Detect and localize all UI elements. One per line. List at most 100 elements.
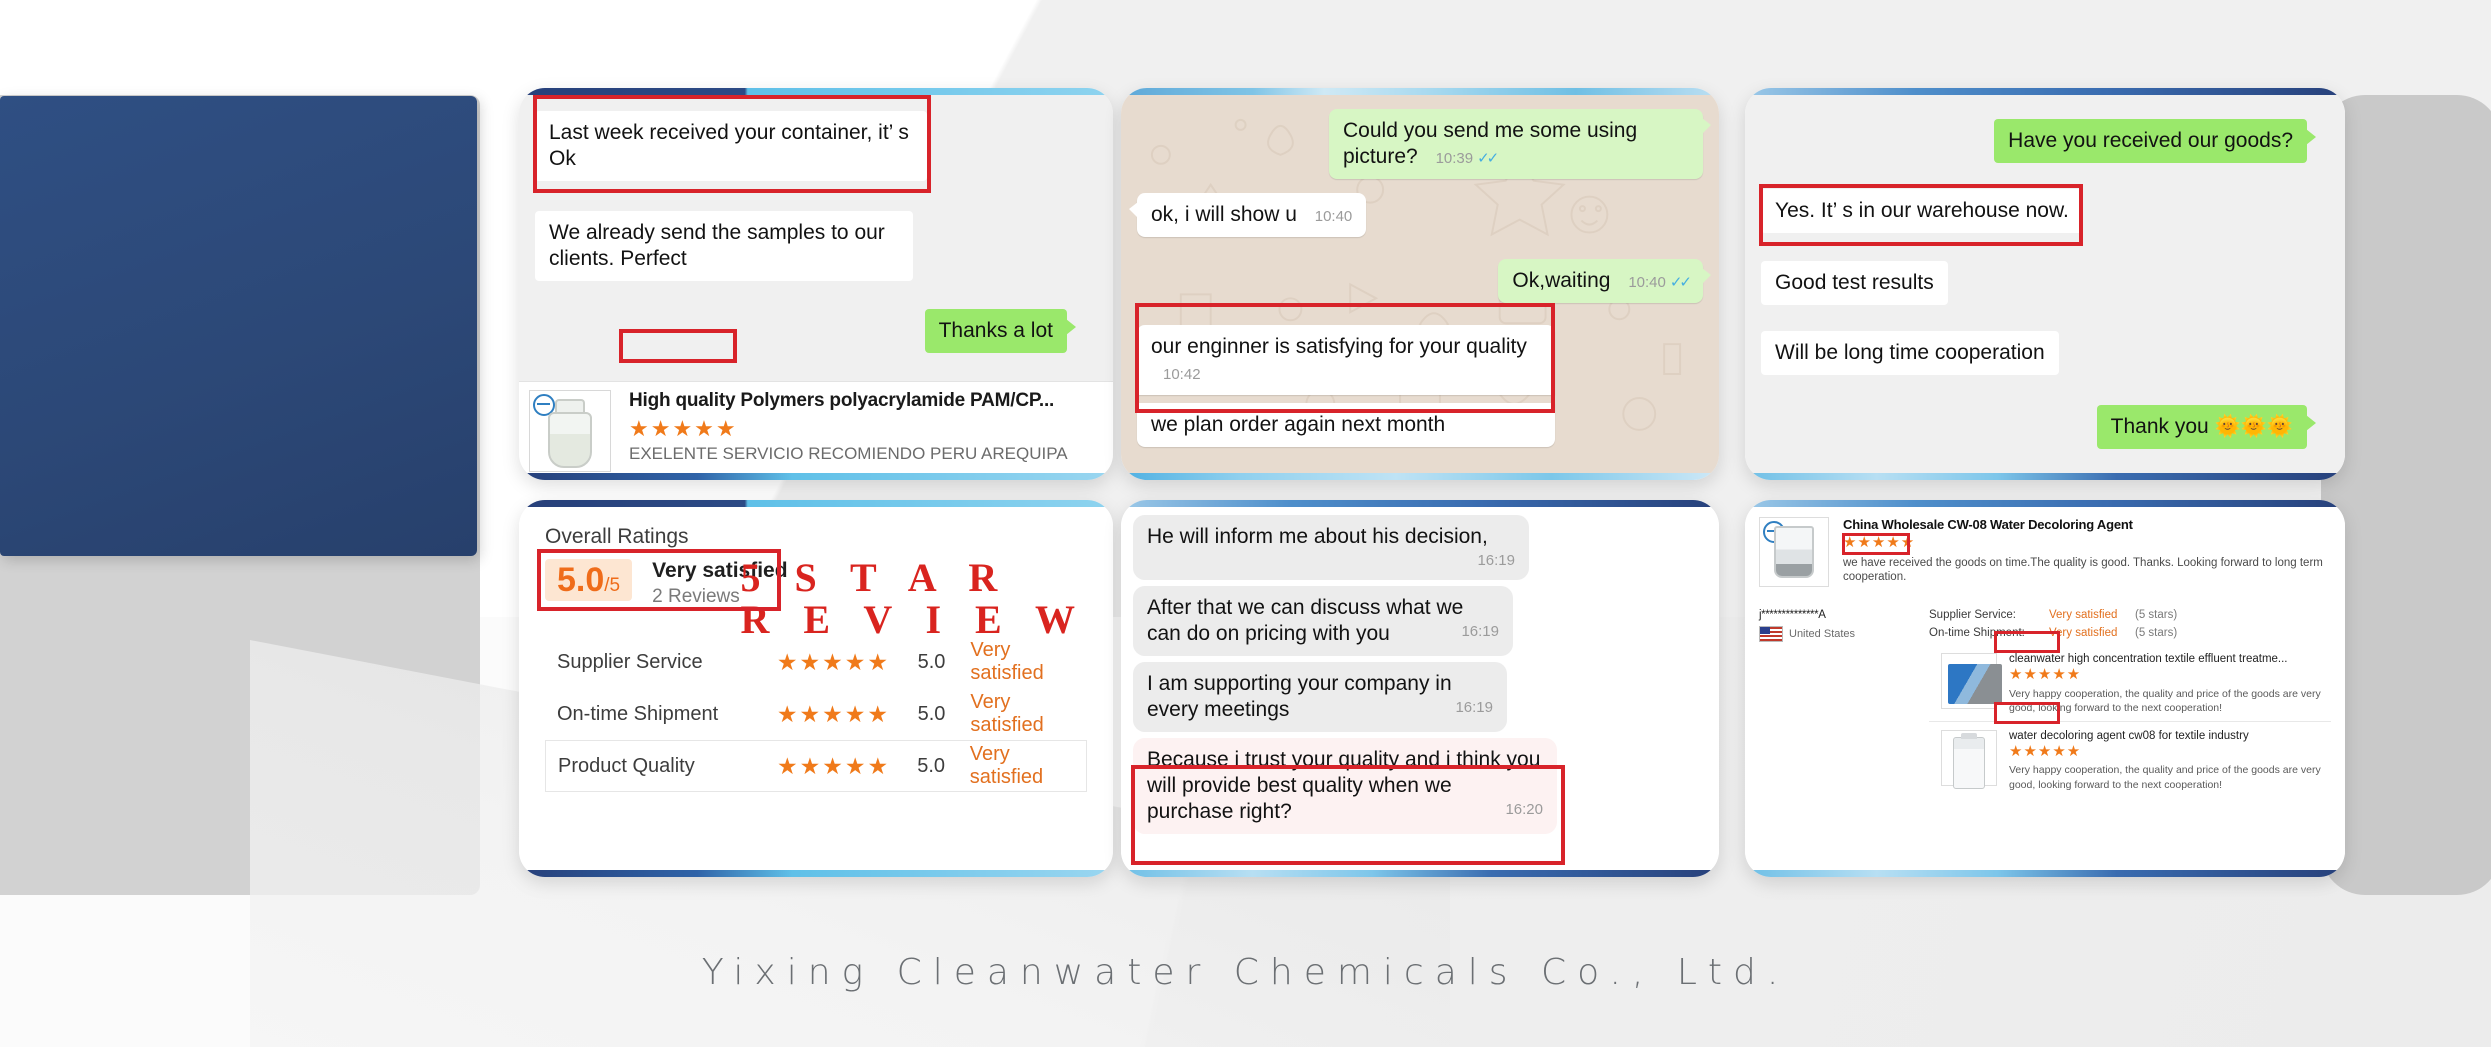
message-timestamp: 16:19: [1455, 698, 1493, 716]
overall-score-badge: 5.0/5: [545, 559, 633, 601]
chat-bubble-incoming: our enginner is satisfying for your qual…: [1137, 325, 1555, 396]
five-star-review-badge: 5 S T A R R E V I E W: [740, 557, 1087, 641]
navy-side-panel: [0, 96, 477, 556]
message-row: He will inform me about his decision, 16…: [1133, 515, 1707, 580]
product-title: High quality Polymers polyacrylamide PAM…: [629, 390, 1055, 411]
message-text: Because i trust your quality and i think…: [1147, 747, 1541, 823]
card-bottom-bar: [1121, 473, 1719, 480]
buyer-reviews-panel: China Wholesale CW-08 Water Decoloring A…: [1745, 507, 2345, 870]
chat-bubble-incoming: Last week received your container, it’ s…: [535, 111, 927, 182]
card-top-bar: [1121, 500, 1719, 507]
card-bottom-bar: [1121, 870, 1719, 877]
chat-bubble-incoming: Yes. It’ s in our warehouse now.: [1761, 189, 2083, 234]
chat-thread-2: Could you send me some using picture? 10…: [1121, 95, 1719, 473]
ratings-card: Overall Ratings 5.0/5 Very satisfied 2 R…: [519, 500, 1113, 877]
message-text: Ok,waiting: [1512, 269, 1611, 293]
rating-stars: ★★★★★: [776, 648, 890, 675]
review-product-thumbnail: [1759, 517, 1829, 587]
product-thumbnail: [529, 390, 611, 472]
message-row: Because i trust your quality and i think…: [1133, 737, 1707, 834]
message-row: Ok,waiting 10:40 ✓✓: [1137, 259, 1711, 304]
rating-label: Supplier Service: [557, 650, 703, 673]
sub-item-text: Very happy cooperation, the quality and …: [2009, 687, 2321, 714]
buyer-country: United States: [1759, 626, 1929, 642]
message-text: I am supporting your company in every me…: [1147, 671, 1452, 721]
overall-score-denominator: /5: [604, 575, 621, 596]
chat-bubble-outgoing: Could you send me some using picture? 10…: [1329, 109, 1711, 180]
product-review-card[interactable]: High quality Polymers polyacrylamide PAM…: [519, 381, 1113, 473]
chat-card-1: Last week received your container, it’ s…: [519, 88, 1113, 480]
message-timestamp: 10:39: [1435, 150, 1474, 168]
buyer-name: j**************A: [1759, 609, 1826, 621]
flask-image: [548, 399, 592, 468]
review-score-row-supplier-service: Supplier Service: Very satisfied (5 star…: [1929, 609, 2331, 621]
message-timestamp: 16:20: [1505, 800, 1543, 818]
company-name-footer: Yixing Cleanwater Chemicals Co., Ltd.: [701, 952, 1790, 993]
score-value: Very satisfied: [2049, 609, 2118, 621]
message-text: After that we can discuss what we can do…: [1147, 595, 1464, 645]
read-receipt-icon: ✓✓: [1477, 150, 1499, 168]
message-timestamp: 10:42: [1163, 366, 1201, 384]
message-row: I am supporting your company in every me…: [1133, 661, 1707, 732]
badge-line-1: 5 S T A R: [740, 555, 1010, 600]
sub-item-stars: ★★★★★: [2009, 742, 2082, 760]
rating-label: On-time Shipment: [557, 702, 719, 725]
chat-bubble-incoming: Will be long time cooperation: [1761, 331, 2059, 376]
rating-value: 5.0: [917, 702, 946, 725]
message-row: we plan order again next month: [1137, 403, 1703, 448]
message-text: ok, i will show u: [1151, 203, 1297, 227]
chat-bubble-incoming: Because i trust your quality and i think…: [1133, 737, 1557, 834]
message-row: After that we can discuss what we can do…: [1133, 585, 1707, 656]
sub-item-thumbnail: [1941, 729, 1997, 789]
card-top-bar: [519, 88, 1113, 95]
card-top-bar: [519, 500, 1113, 507]
chat-bubble-outgoing: Have you received our goods?: [1994, 119, 2316, 164]
chat-bubble-incoming: Good test results: [1761, 261, 1948, 306]
product-review-comment: EXELENTE SERVICIO RECOMIENDO PERU AREQUI…: [629, 444, 1068, 463]
sub-item-title: cleanwater high concentration textile ef…: [2009, 653, 2288, 665]
chat-card-3: Have you received our goods? Yes. It’ s …: [1745, 88, 2345, 480]
message-row: Thank you 🌞🌞🌞: [1761, 405, 2329, 450]
chat-thread-4: He will inform me about his decision, 16…: [1121, 507, 1719, 870]
sub-item-thumbnail: [1941, 653, 2002, 709]
message-row: We already send the samples to our clien…: [535, 211, 1097, 282]
rating-value: 5.0: [917, 754, 946, 777]
card-bottom-bar: [1745, 870, 2345, 877]
chat-bubble-incoming: we plan order again next month: [1137, 403, 1555, 448]
chat-thread-3: Have you received our goods? Yes. It’ s …: [1745, 95, 2345, 473]
rating-text: Very satisfied: [970, 639, 1044, 684]
card-top-bar: [1121, 88, 1719, 95]
message-text: He will inform me about his decision,: [1147, 525, 1488, 548]
chat-card-4: He will inform me about his decision, 16…: [1121, 500, 1719, 877]
beaker-image: [1774, 526, 1814, 578]
rating-label: Product Quality: [558, 754, 695, 777]
message-row: Have you received our goods?: [1761, 119, 2329, 164]
background-sheet-right: [2321, 95, 2491, 895]
rating-row-supplier-service: Supplier Service ★★★★★ 5.0 Very satisfie…: [545, 636, 1087, 688]
message-row: ok, i will show u 10:40: [1128, 193, 1703, 238]
card-bottom-bar: [1745, 473, 2345, 480]
rating-stars: ★★★★★: [777, 752, 891, 779]
chat-card-2: Could you send me some using picture? 10…: [1121, 88, 1719, 480]
chat-bubble-incoming: We already send the samples to our clien…: [535, 211, 913, 282]
rating-text: Very satisfied: [970, 691, 1044, 736]
message-row: Good test results: [1761, 261, 2329, 306]
review-body-text: we have received the goods on time.The q…: [1843, 556, 2323, 584]
review-star-rating: ★★★★★: [1843, 534, 1916, 551]
us-flag-icon: [1759, 626, 1783, 642]
chat-bubble-incoming: ok, i will show u 10:40: [1128, 193, 1367, 238]
message-row: our enginner is satisfying for your qual…: [1137, 325, 1703, 396]
card-bottom-bar: [519, 870, 1113, 877]
read-receipt-icon: ✓✓: [1669, 274, 1692, 292]
message-row: Could you send me some using picture? 10…: [1137, 109, 1711, 180]
chat-bubble-outgoing: Thanks a lot: [924, 309, 1077, 354]
review-sub-item[interactable]: water decoloring agent cw08 for textile …: [1929, 720, 2331, 792]
rating-row-product-quality: Product Quality ★★★★★ 5.0 Very satisfied: [545, 740, 1087, 792]
buyer-country-label: United States: [1789, 628, 1856, 640]
reviews-card: China Wholesale CW-08 Water Decoloring A…: [1745, 500, 2345, 877]
message-row: Will be long time cooperation: [1761, 331, 2329, 376]
review-sub-item[interactable]: cleanwater high concentration textile ef…: [1929, 645, 2331, 715]
message-timestamp: 16:19: [1461, 622, 1499, 640]
message-timestamp: 16:19: [1477, 552, 1515, 570]
chat-bubble-outgoing: Ok,waiting 10:40 ✓✓: [1498, 259, 1711, 304]
